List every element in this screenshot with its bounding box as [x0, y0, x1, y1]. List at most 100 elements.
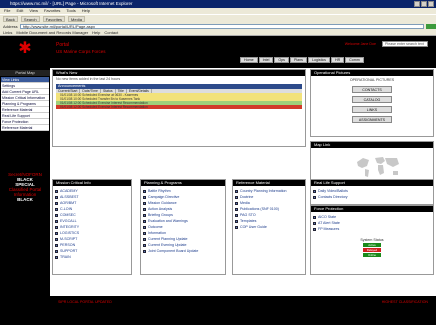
link-icon — [313, 227, 316, 231]
address-input[interactable]: http://www.site.mil/portal/URL/Page.aspx — [19, 24, 424, 29]
tab-ops[interactable]: Ops — [274, 57, 289, 63]
go-button[interactable] — [426, 24, 436, 29]
link-item[interactable]: Mobile Document and Records Manager — [16, 30, 88, 35]
sidebar-nav: View Links Settings Add Current Page URL… — [1, 77, 49, 131]
link-icon — [55, 189, 58, 193]
tab-comm[interactable]: Comm — [345, 57, 364, 63]
browser-toolbar: Back Search Favorites Media — [0, 14, 436, 23]
search-input[interactable]: Please enter search text — [382, 41, 428, 47]
back-button[interactable]: Back — [3, 16, 18, 22]
reference-link[interactable]: COP User Guide — [235, 224, 303, 230]
link-icon — [143, 249, 146, 253]
link-icon — [55, 255, 58, 259]
footer-right: HIGHEST CLASSIFICATION — [381, 300, 428, 304]
world-map-icon[interactable] — [353, 152, 403, 180]
link-icon — [235, 213, 238, 217]
panel-title: Map Link — [311, 142, 433, 148]
footer-left: SIPR LOCAL PORTAL UPDATED — [58, 300, 112, 304]
assignments-button[interactable]: ASSIGNMENTS — [352, 116, 392, 123]
contacts-button[interactable]: CONTACTS — [352, 86, 392, 93]
status-label: System Status — [360, 238, 384, 242]
address-bar: Address http://www.site.mil/portal/URL/P… — [0, 23, 436, 30]
portal-header: Portal US Marine Corps Forces Welcome Ja… — [50, 36, 436, 68]
mission-list: ACADEMY ALSSBEST AOR/BMT C-LOIN COMSEC EVGCAL… — [53, 186, 131, 262]
favorites-button[interactable]: Favorites — [42, 16, 66, 22]
link-label: FP Measures — [318, 227, 340, 231]
planning-panel: Planning & Programs Battle Rhythm Campaig… — [140, 179, 226, 275]
link-icon — [143, 201, 146, 205]
tab-logistics[interactable]: Logistics — [307, 57, 330, 63]
force-protection-list: AICO State AT Alert State FP Measures — [311, 212, 433, 234]
link-icon — [143, 219, 146, 223]
media-button[interactable]: Media — [68, 16, 85, 22]
whats-new-note: No new items added in the last 24 hours — [56, 77, 121, 81]
link-icon — [55, 213, 58, 217]
link-icon — [143, 225, 146, 229]
link-icon — [55, 201, 58, 205]
tab-hr[interactable]: HR — [330, 57, 345, 63]
status-badge: Active — [363, 243, 381, 247]
link-icon — [143, 237, 146, 241]
announcement-row[interactable]: 01/01/08 12:00 Scheduled Exercise Intere… — [56, 105, 302, 109]
tab-intel[interactable]: Intel — [258, 57, 274, 63]
portal-logo-icon: ✱ — [18, 40, 32, 57]
maximize-icon[interactable] — [421, 1, 427, 7]
portal-footer: SIPR LOCAL PORTAL UPDATED HIGHEST CLASSI… — [50, 296, 436, 325]
real-life-link[interactable]: Contacts Directory — [313, 194, 431, 200]
operational-pictures-panel: Operational Pictures OPERATIONAL PICTURE… — [310, 69, 434, 137]
announcements-rows: 01/01/08 10:00 Scheduled Exercise at 063… — [53, 93, 305, 109]
link-label: Joint Component Board Update — [148, 249, 199, 253]
header-tabs: Home Intel Ops Plans Logistics HR Comm — [240, 57, 364, 63]
link-icon — [55, 243, 58, 247]
tab-plans[interactable]: Plans — [289, 57, 307, 63]
link-icon — [55, 195, 58, 199]
sidebar-item-reference-2[interactable]: Reference Material — [1, 125, 49, 131]
real-life-panel: Real Life Support Daily Video/Ballots Con… — [310, 179, 434, 205]
status-badge: Online — [363, 253, 381, 257]
link-icon — [235, 219, 238, 223]
page-subtitle: US Marine Corps Forces — [56, 49, 106, 54]
link-icon — [235, 195, 238, 199]
link-icon — [143, 189, 146, 193]
link-icon — [143, 213, 146, 217]
link-item[interactable]: Help — [92, 30, 100, 35]
link-icon — [235, 201, 238, 205]
catalog-button[interactable]: CATALOG — [352, 96, 392, 103]
left-sidebar: ✱ Portal Map View Links Settings Add Cur… — [0, 36, 50, 325]
page-title: Portal — [56, 42, 70, 48]
link-icon — [313, 195, 316, 199]
planning-link[interactable]: Joint Component Board Update — [143, 248, 223, 254]
force-protection-panel: Force Protection AICO State AT Alert Stat… — [310, 205, 434, 275]
close-icon[interactable] — [428, 1, 434, 7]
mission-critical-panel: Mission Critical Info ACADEMY ALSSBEST AOR… — [52, 179, 132, 275]
status-badge: Delayed — [363, 248, 381, 252]
link-icon — [143, 243, 146, 247]
sidebar-heading: Portal Map — [0, 70, 50, 76]
classification-label: Secret/NOFORN BLACK SPECIAL Classified P… — [0, 172, 50, 202]
link-icon — [313, 189, 316, 193]
browser-title: https://www.mc.mil/ - [URL] Page - Micro… — [10, 1, 133, 6]
force-protection-link[interactable]: FP Measures — [313, 226, 431, 232]
link-icon — [235, 225, 238, 229]
link-label: Contacts Directory — [318, 195, 348, 199]
links-button[interactable]: LINKS — [352, 106, 392, 113]
link-icon — [143, 231, 146, 235]
link-label: TRAIN — [60, 255, 71, 259]
ops-subtitle: OPERATIONAL PICTURES — [349, 78, 395, 82]
tab-home[interactable]: Home — [240, 57, 258, 63]
minimize-icon[interactable] — [414, 1, 420, 7]
classification-line: BLACK — [17, 197, 33, 202]
user-greeting: Welcome Jane Doe — [344, 42, 376, 46]
window-controls — [414, 1, 434, 7]
planning-list: Battle Rhythm Campaign Directive Mission G… — [141, 186, 225, 256]
link-item[interactable]: Contact — [104, 30, 118, 35]
real-life-list: Daily Video/Ballots Contacts Directory — [311, 186, 433, 202]
browser-title-bar: https://www.mc.mil/ - [URL] Page - Micro… — [0, 0, 436, 8]
whats-new-panel: What's New No new items added in the las… — [52, 69, 306, 147]
search-button[interactable]: Search — [20, 16, 40, 22]
mission-link[interactable]: TRAIN — [55, 254, 129, 260]
link-icon — [235, 207, 238, 211]
link-icon — [55, 225, 58, 229]
reference-list: Country Planning Information Doctrine Medi… — [233, 186, 305, 232]
link-icon — [55, 207, 58, 211]
